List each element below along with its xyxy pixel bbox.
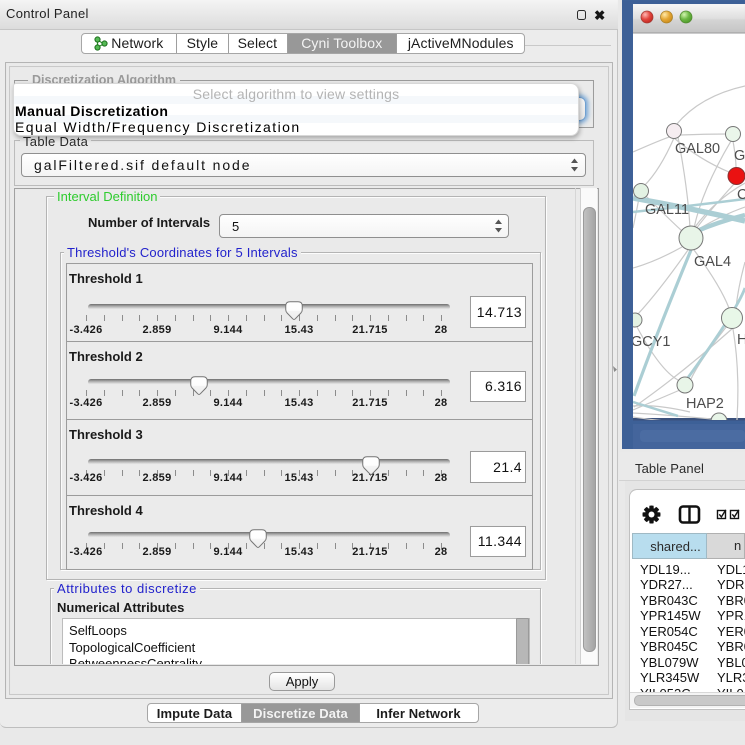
svg-text:GCY1: GCY1 bbox=[631, 334, 670, 350]
svg-text:H: H bbox=[737, 332, 745, 348]
svg-text:GAL11: GAL11 bbox=[645, 202, 689, 218]
svg-text:GA: GA bbox=[734, 148, 745, 164]
svg-text:GAL80: GAL80 bbox=[675, 141, 720, 157]
svg-text:GAL4: GAL4 bbox=[694, 254, 731, 270]
svg-text:HAP2: HAP2 bbox=[686, 396, 724, 412]
svg-text:C: C bbox=[737, 187, 745, 203]
